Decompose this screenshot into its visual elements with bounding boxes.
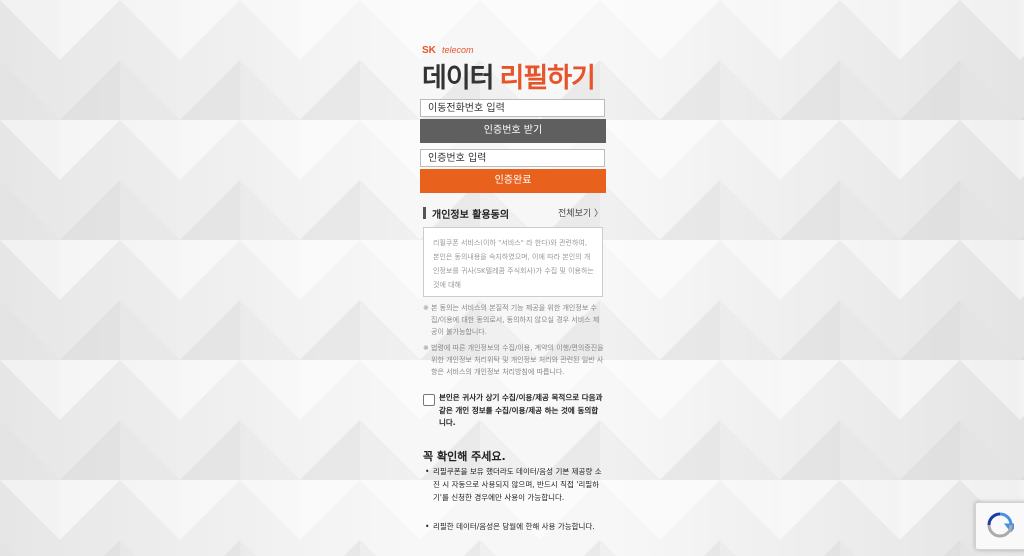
request-code-button[interactable]: 인증번호 받기 (420, 119, 606, 143)
consent-checkbox[interactable] (423, 394, 435, 406)
verification-code-input[interactable]: 인증번호 입력 (420, 149, 605, 167)
sk-telecom-logo: SK telecom (422, 38, 474, 57)
bullet-text: 리필쿠폰을 보유 했더라도 데이터/음성 기본 제공량 소진 시 자동으로 사용… (433, 467, 602, 502)
title-data: 데이터 (422, 63, 495, 94)
logo-sk-text: SK (422, 45, 436, 56)
bullet-dot: • (425, 522, 430, 531)
confirm-title: 꼭 확인해 주세요. (423, 450, 506, 463)
notice-mark: ※ (423, 344, 429, 352)
title-refill: 리필하기 (499, 63, 596, 94)
verify-complete-button[interactable]: 인증완료 (420, 169, 606, 193)
page-title: 데이터 리필하기 (422, 56, 596, 95)
privacy-section-header: 개인정보 활용동의 전체보기 〉 (423, 206, 603, 221)
bullet-text: 리필한 데이터/음성은 당월에 한해 사용 가능합니다. (433, 522, 595, 531)
notice-1: ※ 본 동의는 서비스의 본질적 기능 제공을 위한 개인정보 수집/이용에 대… (423, 302, 605, 338)
privacy-title: 개인정보 활용동의 (432, 210, 510, 221)
phone-number-input[interactable]: 이동전화번호 입력 (420, 99, 605, 117)
notice-text: 본 동의는 서비스의 본질적 기능 제공을 위한 개인정보 수집/이용에 대한 … (431, 304, 600, 336)
notice-mark: ※ (423, 304, 429, 312)
logo-telecom-text: telecom (442, 45, 474, 55)
bullet-dot: • (425, 467, 430, 476)
recaptcha-icon (987, 512, 1014, 538)
privacy-agreement-box[interactable]: 리필쿠폰 서비스(이하 "서비스" 라 한다)와 관련하여, 본인은 동의내용을… (423, 227, 603, 297)
section-bar (423, 207, 426, 219)
confirm-bullet: • 리필한 데이터/음성은 당월에 한해 사용 가능합니다. (423, 520, 605, 533)
notice-text: 법령에 따른 개인정보의 수집/이용, 계약의 이행/편의증진을 위한 개인정보… (431, 344, 604, 376)
refill-panel: SK telecom 데이터 리필하기 이동전화번호 입력 인증번호 받기 인증번… (410, 0, 615, 556)
confirm-bullet: • 리필쿠폰을 보유 했더라도 데이터/음성 기본 제공량 소진 시 자동으로 … (423, 465, 605, 504)
consent-label[interactable]: 본인은 귀사가 상기 수집/이용/제공 목적으로 다음과 같은 개인 정보를 수… (439, 392, 605, 430)
notice-2: ※ 법령에 따른 개인정보의 수집/이용, 계약의 이행/편의증진을 위한 개인… (423, 342, 605, 378)
recaptcha-badge[interactable] (975, 502, 1024, 550)
view-all-link[interactable]: 전체보기 〉 (558, 206, 603, 219)
